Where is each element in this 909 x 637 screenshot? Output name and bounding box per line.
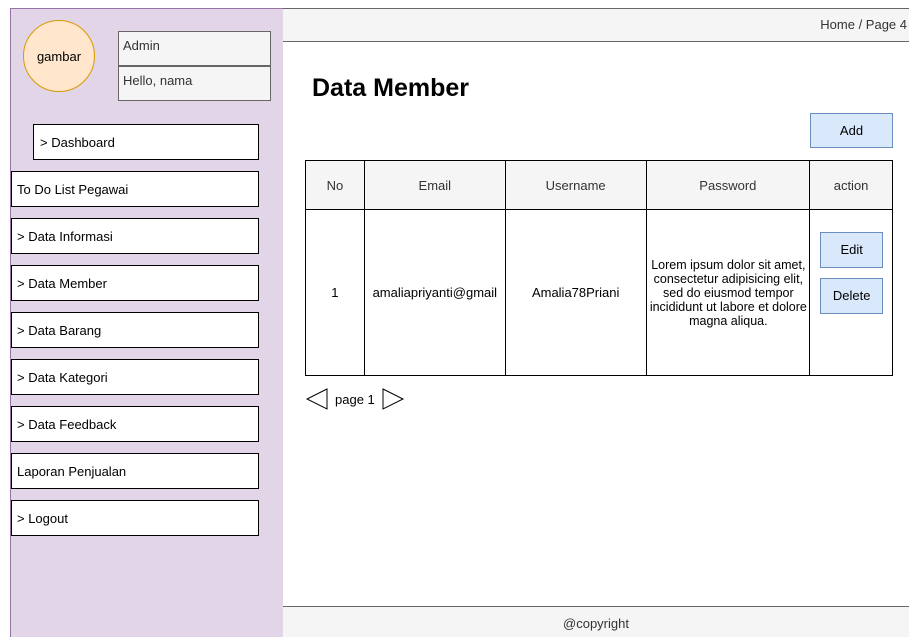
top-bar: Home / Page 4 — [283, 8, 909, 42]
add-button[interactable]: Add — [810, 113, 893, 148]
column-header-no: No — [305, 160, 365, 210]
delete-button[interactable]: Delete — [820, 278, 884, 314]
sidebar-item-todo-list[interactable]: To Do List Pegawai — [11, 171, 259, 207]
avatar-label: gambar — [36, 48, 82, 64]
copyright-text: @copyright — [563, 616, 629, 631]
column-header-email: Email — [363, 160, 506, 210]
cell-username: Amalia78Priani — [504, 209, 647, 376]
column-header-action: action — [809, 160, 893, 210]
sidebar-item-data-member[interactable]: > Data Member — [11, 265, 259, 301]
next-page-icon[interactable] — [381, 387, 405, 411]
table-row: 1 amaliapriyanti@gmail Amalia78Priani Lo… — [305, 209, 893, 376]
footer: @copyright — [283, 606, 909, 637]
column-header-username: Username — [504, 160, 647, 210]
page-title: Data Member — [312, 74, 469, 102]
sidebar-item-data-kategori[interactable]: > Data Kategori — [11, 359, 259, 395]
user-greeting: Hello, nama — [118, 66, 271, 101]
member-table: No Email Username Password action 1 amal… — [305, 160, 893, 376]
sidebar-item-data-feedback[interactable]: > Data Feedback — [11, 406, 259, 442]
column-header-password: Password — [645, 160, 811, 210]
sidebar-item-logout[interactable]: > Logout — [11, 500, 259, 536]
page-label: page 1 — [335, 391, 375, 407]
avatar: gambar — [23, 20, 95, 92]
breadcrumb[interactable]: Home / Page 4 — [820, 17, 907, 32]
cell-password: Lorem ipsum dolor sit amet, consectetur … — [645, 209, 811, 376]
user-role: Admin — [118, 31, 271, 66]
sidebar: gambar Admin Hello, nama > Dashboard To … — [10, 8, 283, 637]
edit-button[interactable]: Edit — [820, 232, 884, 268]
cell-action: Edit Delete — [809, 209, 893, 376]
sidebar-item-laporan-penjualan[interactable]: Laporan Penjualan — [11, 453, 259, 489]
pagination: page 1 — [305, 385, 405, 413]
sidebar-item-data-barang[interactable]: > Data Barang — [11, 312, 259, 348]
cell-email: amaliapriyanti@gmail — [363, 209, 506, 376]
sidebar-item-dashboard[interactable]: > Dashboard — [33, 124, 259, 160]
prev-page-icon[interactable] — [305, 387, 329, 411]
table-header-row: No Email Username Password action — [305, 160, 893, 210]
cell-no: 1 — [305, 209, 365, 376]
sidebar-item-data-informasi[interactable]: > Data Informasi — [11, 218, 259, 254]
